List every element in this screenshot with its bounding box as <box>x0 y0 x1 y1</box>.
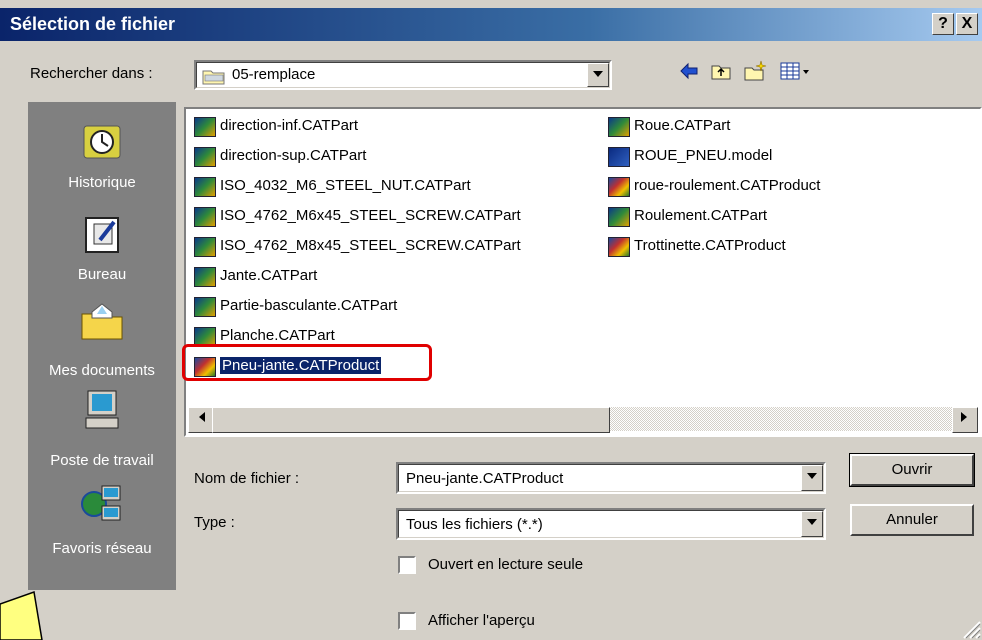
list-item[interactable]: Partie-basculante.CATPart <box>194 295 397 317</box>
place-label: Historique <box>68 174 136 191</box>
list-item[interactable]: Trottinette.CATProduct <box>608 235 786 257</box>
lookin-label: Rechercher dans : <box>30 65 153 82</box>
list-item[interactable]: roue-roulement.CATProduct <box>608 175 820 197</box>
list-item[interactable]: ISO_4032_M6_STEEL_NUT.CATPart <box>194 175 471 197</box>
my-computer-icon <box>85 390 119 429</box>
preview-label: Afficher l'aperçu <box>428 612 535 629</box>
filename-label: Nom de fichier : <box>194 470 300 487</box>
scroll-left-button[interactable] <box>188 407 214 433</box>
chevron-down-icon <box>807 519 817 525</box>
chevron-down-icon <box>593 71 603 77</box>
list-item[interactable]: Roulement.CATPart <box>608 205 767 227</box>
list-item[interactable]: direction-sup.CATPart <box>194 145 366 167</box>
catpart-file-icon <box>194 237 216 257</box>
filename-dropdown-button[interactable] <box>801 465 823 491</box>
filename-input[interactable]: Pneu-jante.CATProduct <box>396 462 826 494</box>
catpart-file-icon <box>608 207 630 227</box>
window-title: Sélection de fichier <box>10 14 176 34</box>
catpart-file-icon <box>608 117 630 137</box>
catpart-file-icon <box>194 147 216 167</box>
filetype-label: Type : <box>194 514 235 531</box>
catpart-file-icon <box>194 297 216 317</box>
list-item[interactable]: ROUE_PNEU.model <box>608 145 772 167</box>
up-folder-icon[interactable] <box>708 60 734 86</box>
filetype-value: Tous les fichiers (*.*) <box>406 516 543 533</box>
callout-arrow-icon <box>0 590 43 640</box>
place-label: Poste de travail <box>50 452 154 469</box>
catproduct-file-icon <box>608 237 630 257</box>
arrow-right-icon <box>961 412 967 422</box>
lookin-dropdown-button[interactable] <box>587 63 609 87</box>
lookin-combo[interactable]: 05-remplace <box>194 60 612 90</box>
catpart-file-icon <box>194 267 216 287</box>
view-menu-icon[interactable] <box>778 60 814 86</box>
open-button[interactable]: Ouvrir <box>849 453 975 487</box>
chevron-down-icon <box>807 473 817 479</box>
selection-highlight-ring <box>182 344 432 381</box>
list-item[interactable]: ISO_4762_M8x45_STEEL_SCREW.CATPart <box>194 235 521 257</box>
places-bar: Historique Bureau Mes documents Poste de… <box>28 102 176 590</box>
horizontal-scrollbar[interactable] <box>188 407 978 433</box>
network-places-icon <box>81 485 121 521</box>
help-button[interactable]: ? <box>932 13 954 35</box>
back-arrow-icon[interactable] <box>676 60 702 86</box>
folder-icon <box>202 70 225 85</box>
arrow-left-icon <box>199 412 205 422</box>
catpart-file-icon <box>194 177 216 197</box>
model-file-icon <box>608 147 630 167</box>
scroll-right-button[interactable] <box>952 407 978 433</box>
history-icon <box>83 125 121 159</box>
list-item[interactable]: Jante.CATPart <box>194 265 317 287</box>
preview-checkbox[interactable] <box>398 612 416 630</box>
catproduct-file-icon <box>608 177 630 197</box>
my-documents-icon <box>81 303 123 340</box>
place-label: Bureau <box>77 266 127 283</box>
new-folder-icon[interactable] <box>742 60 768 86</box>
lookin-value: 05-remplace <box>232 66 316 83</box>
filetype-select[interactable]: Tous les fichiers (*.*) <box>396 508 826 540</box>
scroll-thumb[interactable] <box>212 407 610 433</box>
place-label: Favoris réseau <box>52 540 152 557</box>
readonly-label: Ouvert en lecture seule <box>428 556 584 573</box>
desktop-icon <box>85 217 119 253</box>
filename-value: Pneu-jante.CATProduct <box>406 470 564 487</box>
catpart-file-icon <box>194 117 216 137</box>
cancel-button[interactable]: Annuler <box>850 504 974 536</box>
resize-grip-icon[interactable] <box>960 612 982 640</box>
list-item[interactable]: ISO_4762_M6x45_STEEL_SCREW.CATPart <box>194 205 521 227</box>
filetype-dropdown-button[interactable] <box>801 511 823 537</box>
file-list[interactable]: direction-inf.CATPart direction-sup.CATP… <box>184 107 982 437</box>
close-button[interactable]: X <box>956 13 978 35</box>
list-item[interactable]: direction-inf.CATPart <box>194 115 358 137</box>
catpart-file-icon <box>194 207 216 227</box>
readonly-checkbox[interactable] <box>398 556 416 574</box>
list-item[interactable]: Roue.CATPart <box>608 115 730 137</box>
place-label: Mes documents <box>49 362 155 379</box>
